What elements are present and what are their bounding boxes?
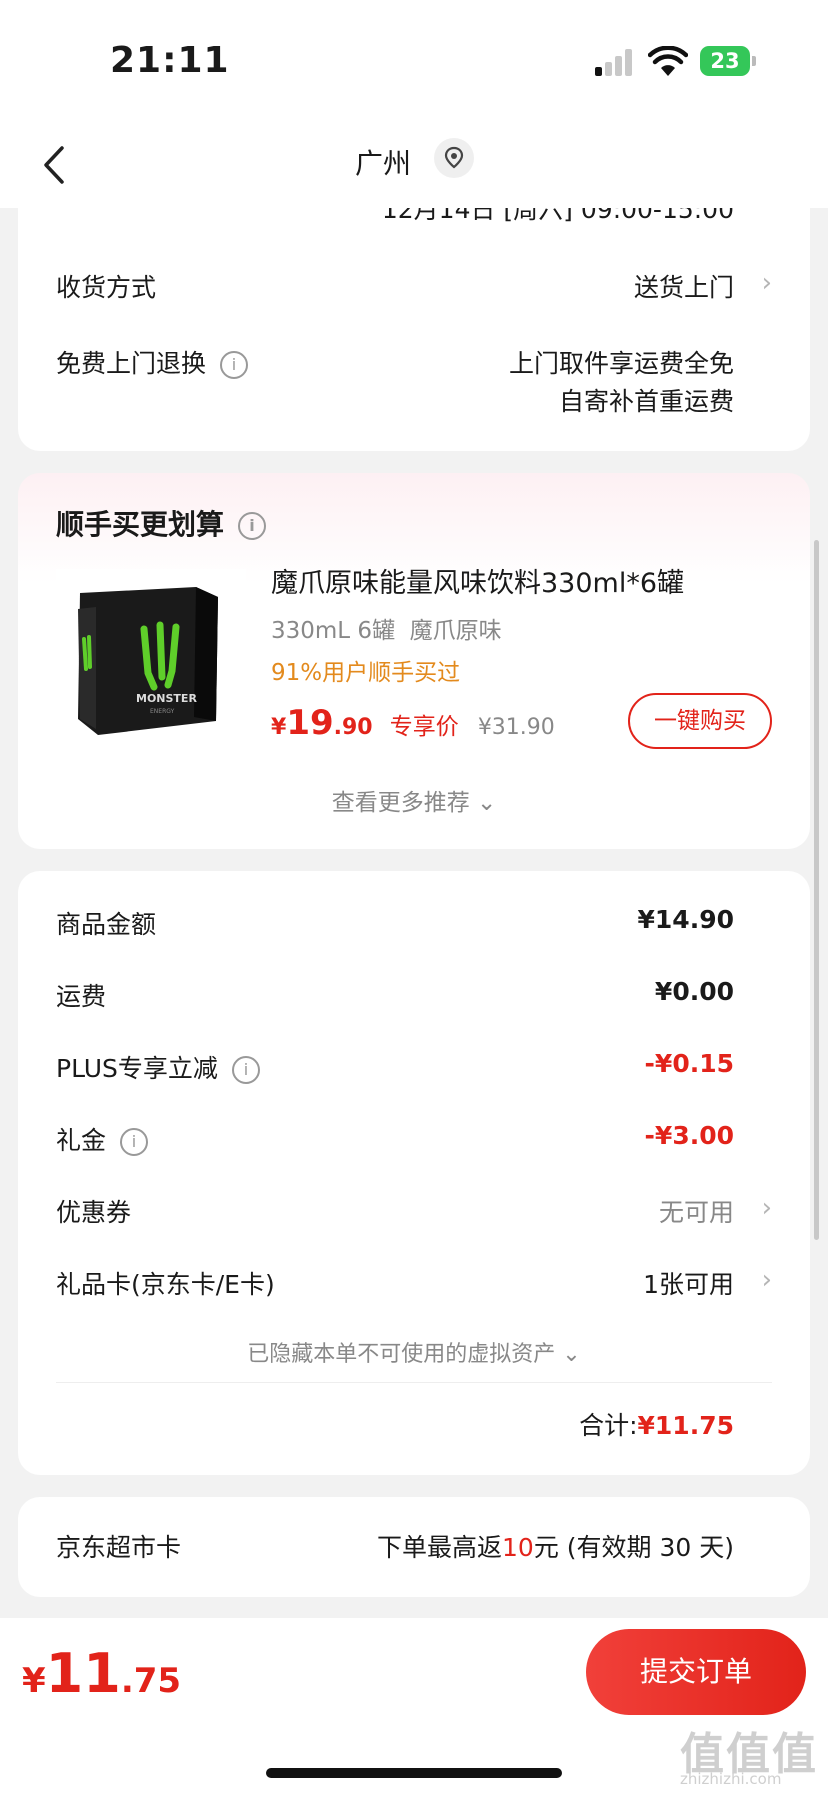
info-icon[interactable]: i xyxy=(231,1056,260,1084)
chevron-right-icon: › xyxy=(761,1265,772,1295)
fee-row-plus: PLUS专享立减 i -¥0.15 xyxy=(56,1049,772,1089)
fee-label-wrap: 礼金 i xyxy=(56,1121,149,1157)
price-symbol: ¥ xyxy=(271,715,287,740)
info-icon[interactable]: i xyxy=(220,351,249,379)
fee-label: 礼金 xyxy=(56,1126,107,1155)
free-return-line2: 自寄补首重运费 xyxy=(558,387,734,416)
price-dec: .90 xyxy=(333,715,373,740)
fee-row-goods: 商品金额 ¥14.90 xyxy=(56,905,772,945)
see-more-link[interactable]: 查看更多推荐 ⌄ xyxy=(18,783,810,817)
fee-label: 运费 xyxy=(56,982,107,1011)
fee-label: 优惠券 xyxy=(56,1198,132,1227)
battery-tip xyxy=(752,56,756,66)
status-bar: 21:11 23 xyxy=(0,0,828,120)
status-time: 21:11 xyxy=(110,40,230,81)
delivery-method-label: 收货方式 xyxy=(56,273,157,302)
free-return-line1: 上门取件享运费全免 xyxy=(508,349,734,378)
jd-card-promo[interactable]: 京东超市卡 下单最高返10元 (有效期 30 天) xyxy=(18,1497,810,1597)
watermark-url: zhizhizhi.com xyxy=(680,1770,782,1788)
wifi-icon xyxy=(648,46,688,76)
pack-brand: MONSTER xyxy=(136,692,197,705)
fee-label: 商品金额 xyxy=(56,910,157,939)
fee-value: 无可用 xyxy=(658,1198,734,1227)
delivery-time-text: 12月14日 [周六] 09:00-15:00 xyxy=(381,208,734,224)
chevron-down-icon: ⌄ xyxy=(562,1342,581,1367)
battery-indicator: 23 xyxy=(700,46,750,76)
price-int: 19 xyxy=(286,703,334,743)
fee-row-shipping: 运费 ¥0.00 xyxy=(56,977,772,1017)
free-return-row: 免费上门退换 i 上门取件享运费全免 自寄补首重运费 xyxy=(56,344,772,424)
fee-label-wrap: PLUS专享立减 i xyxy=(56,1049,260,1085)
delivery-method-row[interactable]: 收货方式 送货上门 › xyxy=(56,268,772,308)
fee-row-gift-money: 礼金 i -¥3.00 xyxy=(56,1121,772,1161)
info-icon[interactable]: i xyxy=(120,1128,149,1156)
see-more-text: 查看更多推荐 xyxy=(331,790,470,816)
location-button[interactable] xyxy=(434,138,474,178)
back-icon[interactable] xyxy=(36,140,76,190)
free-return-label: 免费上门退换 xyxy=(56,349,207,378)
divider xyxy=(56,1382,772,1383)
jd-card-amount: 10 xyxy=(502,1533,534,1562)
fee-row-coupon[interactable]: 优惠券 无可用 › xyxy=(56,1193,772,1233)
product-price: ¥19.90 专享价 ¥31.90 xyxy=(271,703,555,743)
one-click-buy-button[interactable]: 一键购买 xyxy=(628,693,772,749)
bought-ratio: 91%用户顺手买过 xyxy=(271,660,461,686)
bottom-price-symbol: ¥ xyxy=(22,1661,46,1701)
fee-row-gift-card[interactable]: 礼品卡(京东卡/E卡) 1张可用 › xyxy=(56,1265,772,1305)
delivery-time: 12月14日 [周六] 09:00-15:00 xyxy=(382,208,734,226)
jd-card-suffix: 元 (有效期 30 天) xyxy=(533,1533,734,1562)
total-value: ¥11.75 xyxy=(637,1411,734,1440)
hidden-assets-text: 已隐藏本单不可使用的虚拟资产 xyxy=(247,1342,556,1367)
original-price: ¥31.90 xyxy=(477,715,555,740)
fee-value: -¥3.00 xyxy=(644,1121,734,1150)
chevron-down-icon: ⌄ xyxy=(477,790,497,816)
bottom-total: ¥11.75 xyxy=(22,1642,181,1705)
recommend-card: 顺手买更划算 i MONSTER ENERGY 魔爪原味能量风味饮料330ml*6… xyxy=(18,473,810,849)
fee-value: ¥14.90 xyxy=(637,905,734,934)
nav-city-title: 广州 xyxy=(355,147,412,180)
home-indicator[interactable] xyxy=(266,1768,562,1778)
fee-value: ¥0.00 xyxy=(654,977,734,1006)
fee-value: 1张可用 xyxy=(643,1270,734,1299)
product-spec: 330mL 6罐 魔爪原味 xyxy=(271,618,502,644)
jd-card-prefix: 下单最高返 xyxy=(377,1533,503,1562)
delivery-card: 12月14日 [周六] 09:00-15:00 收货方式 送货上门 › 免费上门… xyxy=(18,208,810,451)
pack-sub: ENERGY xyxy=(150,708,175,715)
submit-order-button[interactable]: 提交订单 xyxy=(586,1629,806,1715)
bottom-price-dec: .75 xyxy=(120,1661,182,1701)
total-row: 合计:¥11.75 xyxy=(579,1406,734,1442)
fee-value: -¥0.15 xyxy=(644,1049,734,1078)
price-tag: 专享价 xyxy=(389,714,459,740)
fees-card: 商品金额 ¥14.90 运费 ¥0.00 PLUS专享立减 i -¥0.15 礼金… xyxy=(18,871,810,1475)
bottom-price-int: 11 xyxy=(45,1642,121,1705)
fee-label: 礼品卡(京东卡/E卡) xyxy=(56,1270,275,1299)
hidden-assets-toggle[interactable]: 已隐藏本单不可使用的虚拟资产 ⌄ xyxy=(18,1336,810,1368)
jd-card-offer: 下单最高返10元 (有效期 30 天) xyxy=(377,1528,734,1564)
info-icon[interactable]: i xyxy=(238,512,267,540)
bottom-bar: ¥11.75 提交订单 值值值 zhizhizhi.com xyxy=(0,1618,828,1796)
recommend-title-text: 顺手买更划算 xyxy=(56,508,225,541)
recommend-title: 顺手买更划算 i xyxy=(56,503,267,543)
fee-label: PLUS专享立减 xyxy=(56,1054,218,1083)
product-image[interactable]: MONSTER ENERGY xyxy=(56,569,246,759)
chevron-right-icon: › xyxy=(761,1193,772,1223)
monster-can-pack-image: MONSTER ENERGY xyxy=(56,569,246,759)
cellular-signal-icon xyxy=(595,48,635,76)
navigation-bar: 广州 xyxy=(0,120,828,208)
scrollbar[interactable] xyxy=(814,540,819,1240)
jd-card-label: 京东超市卡 xyxy=(56,1533,182,1562)
free-return-label-wrap: 免费上门退换 i xyxy=(56,344,249,380)
total-label: 合计: xyxy=(579,1411,638,1440)
product-name[interactable]: 魔爪原味能量风味饮料330ml*6罐 xyxy=(271,561,684,600)
chevron-right-icon: › xyxy=(761,268,772,298)
delivery-method-value: 送货上门 xyxy=(633,273,734,302)
location-pin-icon xyxy=(444,146,464,169)
